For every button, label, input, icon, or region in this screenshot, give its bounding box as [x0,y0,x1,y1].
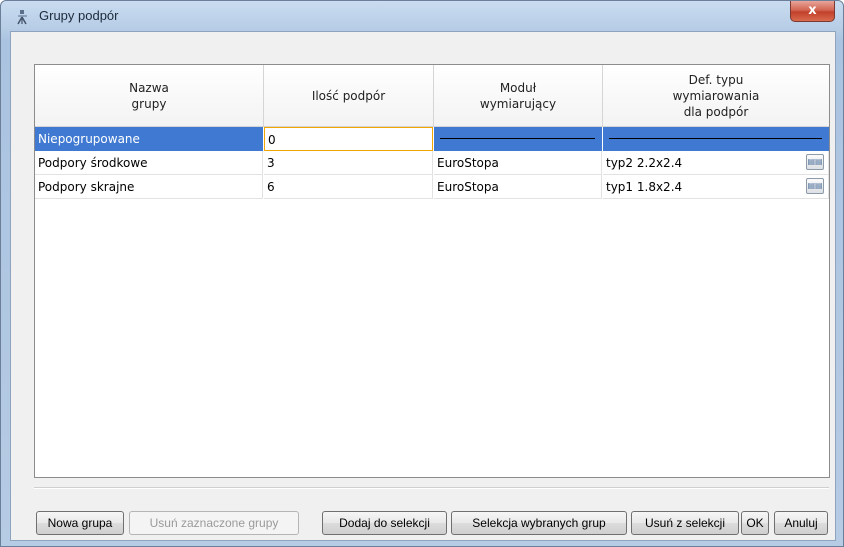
add-to-selection-button[interactable]: Dodaj do selekcji [322,511,447,535]
column-header-type[interactable]: Def. typu wymiarowania dla podpór [603,65,829,127]
column-header-name[interactable]: Nazwa grupy [35,65,264,127]
ok-button[interactable]: OK [741,511,769,535]
empty-value-line [609,138,822,139]
cell-type-value: typ2 2.2x2.4 [606,156,683,170]
cell-count[interactable]: 3 [264,151,433,175]
title-bar[interactable]: Grupy podpór x [1,1,843,31]
remove-from-selection-button[interactable]: Usuń z selekcji [631,511,739,535]
cell-group-name[interactable]: Podpory skrajne [35,175,263,199]
cell-type-value: typ1 1.8x2.4 [606,180,683,194]
groups-table: Nazwa grupy Ilość podpór Moduł wymiarują… [34,64,830,478]
cell-module[interactable] [434,127,602,151]
separator [34,487,829,489]
close-button[interactable]: x [790,1,835,22]
cell-module[interactable]: EuroStopa [434,151,602,175]
table-row[interactable]: Niepogrupowane 0 [35,127,829,151]
cell-type[interactable]: typ1 1.8x2.4 ▤▤ [603,175,829,199]
table-row[interactable]: Podpory skrajne 6 EuroStopa typ1 1.8x2.4… [35,175,829,199]
cancel-button[interactable]: Anuluj [774,511,828,535]
column-header-module[interactable]: Moduł wymiarujący [434,65,603,127]
close-icon: x [808,3,817,18]
cell-count-editor[interactable]: 0 [264,127,433,151]
column-header-count[interactable]: Ilość podpór [264,65,434,127]
new-group-button[interactable]: Nowa grupa [36,511,124,535]
app-icon [17,10,27,25]
table-row[interactable]: Podpory środkowe 3 EuroStopa typ2 2.2x2.… [35,151,829,175]
dialog-window: Grupy podpór x Nazwa grupy Ilość podpór … [0,0,844,547]
window-title: Grupy podpór [39,8,119,23]
cell-group-name[interactable]: Niepogrupowane [35,127,263,151]
cell-count[interactable]: 6 [264,175,433,199]
cell-type[interactable]: typ2 2.2x2.4 ▤▤ [603,151,829,175]
type-picker-icon[interactable]: ▤▤ [806,178,824,194]
delete-selected-groups-button[interactable]: Usuń zaznaczone grupy [129,511,299,535]
cell-group-name[interactable]: Podpory środkowe [35,151,263,175]
cell-type[interactable] [603,127,829,151]
empty-value-line [440,138,595,139]
type-picker-icon[interactable]: ▤▤ [806,154,824,170]
select-groups-button[interactable]: Selekcja wybranych grup [451,511,627,535]
dialog-content: Nazwa grupy Ilość podpór Moduł wymiarują… [10,31,836,541]
cell-module[interactable]: EuroStopa [434,175,602,199]
